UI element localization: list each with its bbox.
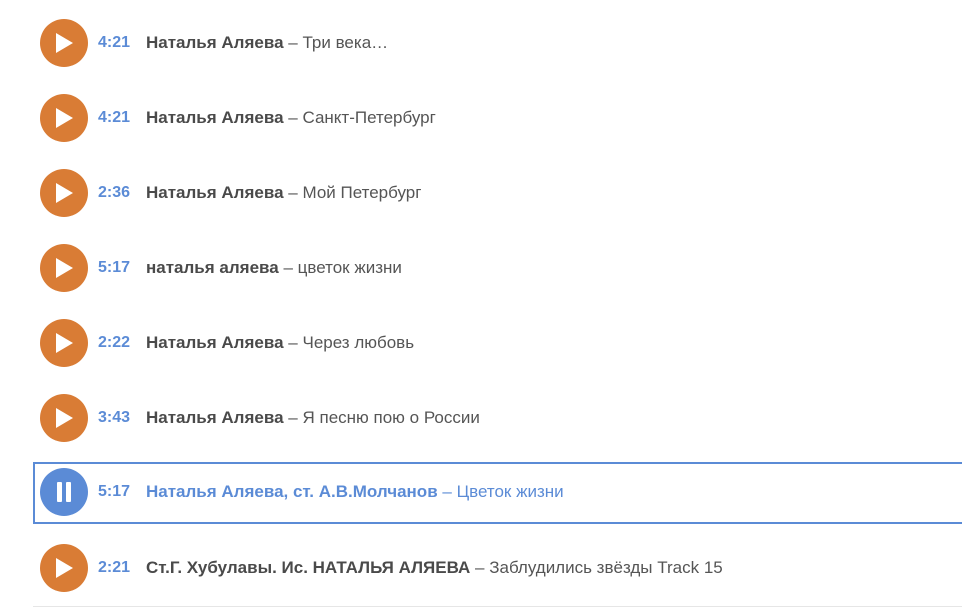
track-title: Наталья Аляева – Я песню пою о России — [146, 409, 480, 427]
track-separator: – — [288, 108, 298, 127]
track-separator: – — [288, 333, 298, 352]
track-title: Ст.Г. Хубулавы. Ис. НАТАЛЬЯ АЛЯЕВА – Заб… — [146, 559, 723, 577]
play-icon — [56, 408, 73, 428]
track-song[interactable]: Через любовь — [302, 333, 414, 352]
play-button[interactable] — [40, 394, 88, 442]
track-title: Наталья Аляева – Через любовь — [146, 334, 414, 352]
track-title: Наталья Аляева – Три века… — [146, 34, 388, 52]
play-icon — [56, 333, 73, 353]
track-title: наталья аляева – цветок жизни — [146, 259, 402, 277]
track-duration: 4:21 — [98, 109, 131, 126]
play-icon — [56, 558, 73, 578]
track-duration: 2:21 — [98, 559, 131, 576]
track-artist[interactable]: Ст.Г. Хубулавы. Ис. НАТАЛЬЯ АЛЯЕВА — [146, 558, 470, 577]
track-separator: – — [288, 183, 298, 202]
track-artist[interactable]: Наталья Аляева — [146, 108, 284, 127]
track-song[interactable]: Цветок жизни — [457, 482, 564, 501]
play-button[interactable] — [40, 169, 88, 217]
play-button[interactable] — [40, 544, 88, 592]
track-separator: – — [283, 258, 293, 277]
track-row[interactable]: 2:21 Ст.Г. Хубулавы. Ис. НАТАЛЬЯ АЛЯЕВА … — [33, 538, 962, 598]
track-duration: 2:22 — [98, 334, 131, 351]
track-artist[interactable]: Наталья Аляева — [146, 408, 284, 427]
track-row-active[interactable]: 5:17 Наталья Аляева, ст. А.В.Молчанов – … — [33, 462, 962, 524]
track-artist[interactable]: наталья аляева — [146, 258, 279, 277]
play-icon — [56, 108, 73, 128]
track-row[interactable]: 4:21 Наталья Аляева – Три века… — [33, 13, 962, 73]
play-button[interactable] — [40, 319, 88, 367]
track-title: Наталья Аляева, ст. А.В.Молчанов – Цвето… — [146, 483, 564, 501]
play-button[interactable] — [40, 244, 88, 292]
track-song[interactable]: Заблудились звёзды Track 15 — [489, 558, 723, 577]
play-button[interactable] — [40, 94, 88, 142]
track-duration: 2:36 — [98, 184, 131, 201]
track-title: Наталья Аляева – Санкт-Петербург — [146, 109, 436, 127]
track-list: 4:21 Наталья Аляева – Три века… 4:21 Нат… — [0, 0, 962, 611]
track-separator: – — [288, 33, 298, 52]
track-song[interactable]: цветок жизни — [298, 258, 402, 277]
track-song[interactable]: Три века… — [302, 33, 388, 52]
play-icon — [56, 33, 73, 53]
track-song[interactable]: Я песню пою о России — [302, 408, 479, 427]
pause-icon — [57, 482, 71, 502]
track-duration: 4:21 — [98, 34, 131, 51]
track-separator: – — [442, 482, 452, 501]
track-separator: – — [288, 408, 298, 427]
track-song[interactable]: Мой Петербург — [302, 183, 421, 202]
track-duration: 3:43 — [98, 409, 131, 426]
track-row[interactable]: 2:22 Наталья Аляева – Через любовь — [33, 313, 962, 373]
track-duration: 5:17 — [98, 259, 131, 276]
play-icon — [56, 183, 73, 203]
track-artist[interactable]: Наталья Аляева — [146, 183, 284, 202]
track-artist[interactable]: Наталья Аляева — [146, 33, 284, 52]
track-row[interactable]: 5:17 наталья аляева – цветок жизни — [33, 238, 962, 298]
track-artist[interactable]: Наталья Аляева, ст. А.В.Молчанов — [146, 482, 438, 501]
track-row[interactable]: 4:21 Наталья Аляева – Санкт-Петербург — [33, 88, 962, 148]
list-divider — [33, 606, 962, 607]
play-icon — [56, 258, 73, 278]
track-song[interactable]: Санкт-Петербург — [302, 108, 435, 127]
track-duration: 5:17 — [98, 483, 131, 500]
pause-button[interactable] — [40, 468, 88, 516]
play-button[interactable] — [40, 19, 88, 67]
track-row[interactable]: 3:43 Наталья Аляева – Я песню пою о Росс… — [33, 388, 962, 448]
track-separator: – — [475, 558, 485, 577]
track-artist[interactable]: Наталья Аляева — [146, 333, 284, 352]
track-title: Наталья Аляева – Мой Петербург — [146, 184, 421, 202]
track-row[interactable]: 2:36 Наталья Аляева – Мой Петербург — [33, 163, 962, 223]
